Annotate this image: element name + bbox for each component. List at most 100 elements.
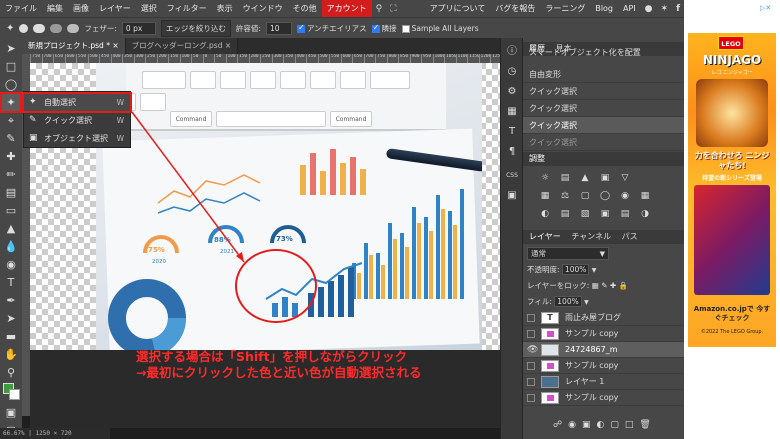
type-panel-icon[interactable]: T	[504, 124, 520, 140]
healing-tool-icon[interactable]: ✚	[2, 148, 20, 165]
menu-blog[interactable]: Blog	[590, 0, 618, 17]
advertisement[interactable]: ▷✕ LEGO NINJAGO レゴ ニンジャゴー 力を合わせろ ニンジャたち!…	[684, 0, 780, 439]
flyout-item-quick-select[interactable]: ✎ クイック選択 W	[24, 112, 130, 129]
quick-mask-icon[interactable]: ▣	[2, 404, 20, 421]
menu-file[interactable]: ファイル	[0, 0, 42, 17]
menu-api[interactable]: API	[618, 0, 641, 17]
refine-edge-button[interactable]: エッジを絞り込む	[160, 19, 231, 37]
tolerance-input[interactable]: 10	[265, 21, 292, 35]
exposure-icon[interactable]: ▣	[599, 172, 611, 184]
visibility-toggle[interactable]	[527, 330, 535, 338]
facebook-icon[interactable]: f	[672, 4, 684, 14]
layer-row[interactable]: レイヤー 1	[523, 374, 685, 390]
pen-tool-icon[interactable]: ✒	[2, 292, 20, 309]
tab-blog-header[interactable]: ブログヘッダーロング.psd ×	[125, 38, 239, 54]
invert-icon[interactable]: ◐	[539, 208, 551, 220]
curves-icon[interactable]: ▲	[579, 172, 591, 184]
tab-channels[interactable]: チャンネル	[571, 232, 611, 241]
layer-effects-icon[interactable]: ◉	[568, 420, 582, 430]
color-balance-icon[interactable]: ⚖	[559, 190, 571, 202]
history-item[interactable]: 自由変形	[523, 66, 685, 83]
flyout-item-magic-wand[interactable]: ✦ 自動選択 W	[22, 92, 132, 113]
info-icon[interactable]: ⓘ	[504, 44, 520, 60]
antialias-checkbox[interactable]: アンチエイリアス	[296, 23, 367, 34]
history-item[interactable]: スマートオブジェクト化を配置	[523, 48, 685, 58]
image-panel-icon[interactable]: ▣	[504, 188, 520, 204]
tab-layers[interactable]: レイヤー	[529, 232, 561, 241]
menu-window[interactable]: ウインドウ	[238, 0, 288, 17]
vibrance-icon[interactable]: ▽	[619, 172, 631, 184]
selection-mode-subtract-icon[interactable]	[50, 23, 63, 33]
visibility-toggle[interactable]	[527, 378, 535, 386]
css-icon[interactable]: CSS	[504, 168, 520, 184]
tab-paths[interactable]: パス	[622, 232, 638, 241]
magic-wand-tool-icon[interactable]: ✦	[0, 92, 22, 113]
paint-bucket-tool-icon[interactable]: ▲	[2, 220, 20, 237]
lock-move-icon[interactable]: ✚	[610, 281, 616, 290]
menu-layer[interactable]: レイヤー	[94, 0, 136, 17]
menu-about[interactable]: アプリについて	[425, 0, 491, 17]
contiguous-checkbox[interactable]: 隣接	[371, 23, 397, 34]
menu-account[interactable]: アカウント	[321, 0, 372, 17]
menu-edit[interactable]: 編集	[42, 0, 68, 17]
levels-icon[interactable]: ▤	[559, 172, 571, 184]
ad-info-icon[interactable]: ▷✕	[760, 4, 771, 12]
path-select-tool-icon[interactable]: ➤	[2, 310, 20, 327]
hand-tool-icon[interactable]: ✋	[2, 346, 20, 363]
brightness-icon[interactable]: ☼	[539, 172, 551, 184]
color-lookup-icon[interactable]: ▦	[639, 190, 651, 202]
chevron-down-icon[interactable]: ▼	[584, 299, 589, 306]
gradient-map-icon[interactable]: ▣	[599, 208, 611, 220]
delete-layer-icon[interactable]: 🗑	[639, 420, 656, 430]
tab-new-project[interactable]: 新規プロジェクト.psd * ×	[22, 38, 126, 54]
layer-row[interactable]: T 雨止み屋ブログ	[523, 310, 685, 326]
history-item-current[interactable]: クイック選択	[523, 117, 685, 134]
zoom-tool-icon[interactable]: ⚲	[2, 364, 20, 381]
layer-mask-icon[interactable]: ▣	[582, 420, 597, 430]
layer-row[interactable]: サンプル copy	[523, 358, 685, 374]
marquee-tool-icon[interactable]: □	[2, 58, 20, 75]
flyout-item-object-select[interactable]: ▣ オブジェクト選択 W	[24, 130, 130, 147]
swatches-icon[interactable]: ▦	[504, 104, 520, 120]
paragraph-icon[interactable]: ¶	[504, 144, 520, 160]
type-tool-icon[interactable]: T	[2, 274, 20, 291]
new-layer-icon[interactable]: □	[625, 420, 640, 430]
photo-filter-icon[interactable]: ◯	[599, 190, 611, 202]
layer-row[interactable]: サンプル copy	[523, 390, 685, 406]
channel-mixer-icon[interactable]: ◉	[619, 190, 631, 202]
history-item-undone[interactable]: クイック選択	[523, 134, 685, 151]
eye-icon[interactable]: 👁	[527, 342, 538, 355]
hue-saturation-icon[interactable]: ▦	[539, 190, 551, 202]
link-layers-icon[interactable]: ☍	[553, 420, 568, 430]
layer-row[interactable]: サンプル copy	[523, 326, 685, 342]
lock-transparency-icon[interactable]: ▦	[592, 281, 599, 290]
clone-stamp-tool-icon[interactable]: ▤	[2, 184, 20, 201]
fill-input[interactable]: 100%	[554, 296, 582, 307]
visibility-toggle[interactable]	[527, 314, 535, 322]
selective-color-icon[interactable]: ▤	[619, 208, 631, 220]
black-white-icon[interactable]: ▢	[579, 190, 591, 202]
ad-banner[interactable]: LEGO NINJAGO レゴ ニンジャゴー 力を合わせろ ニンジャたち! 待望…	[688, 33, 776, 347]
sample-all-layers-checkbox[interactable]: Sample All Layers	[401, 24, 479, 33]
lock-all-icon[interactable]: 🔒	[619, 281, 628, 290]
twitter-icon[interactable]: ✶	[657, 4, 673, 14]
opacity-input[interactable]: 100%	[561, 264, 590, 275]
close-icon[interactable]: ×	[225, 41, 231, 50]
menu-more[interactable]: その他	[288, 0, 322, 17]
eraser-tool-icon[interactable]: ▭	[2, 202, 20, 219]
selection-mode-add-icon[interactable]	[33, 23, 46, 33]
blend-mode-select[interactable]: 通常 ▼	[527, 247, 609, 260]
fullscreen-icon[interactable]: ⛶	[386, 4, 400, 14]
chevron-down-icon[interactable]: ▼	[592, 267, 597, 274]
visibility-toggle[interactable]	[527, 394, 535, 402]
background-color-swatch[interactable]	[9, 389, 20, 400]
posterize-icon[interactable]: ▤	[559, 208, 571, 220]
new-group-icon[interactable]: ▢	[610, 420, 625, 430]
history-item[interactable]: クイック選択	[523, 100, 685, 117]
menu-filter[interactable]: フィルター	[162, 0, 212, 17]
eyedropper-tool-icon[interactable]: ✎	[2, 130, 20, 147]
crop-tool-icon[interactable]: ⌖	[2, 112, 20, 129]
dodge-tool-icon[interactable]: ◉	[2, 256, 20, 273]
feather-input[interactable]: 0 px	[121, 21, 156, 35]
adjustment-layer-icon[interactable]: ◐	[597, 420, 611, 430]
